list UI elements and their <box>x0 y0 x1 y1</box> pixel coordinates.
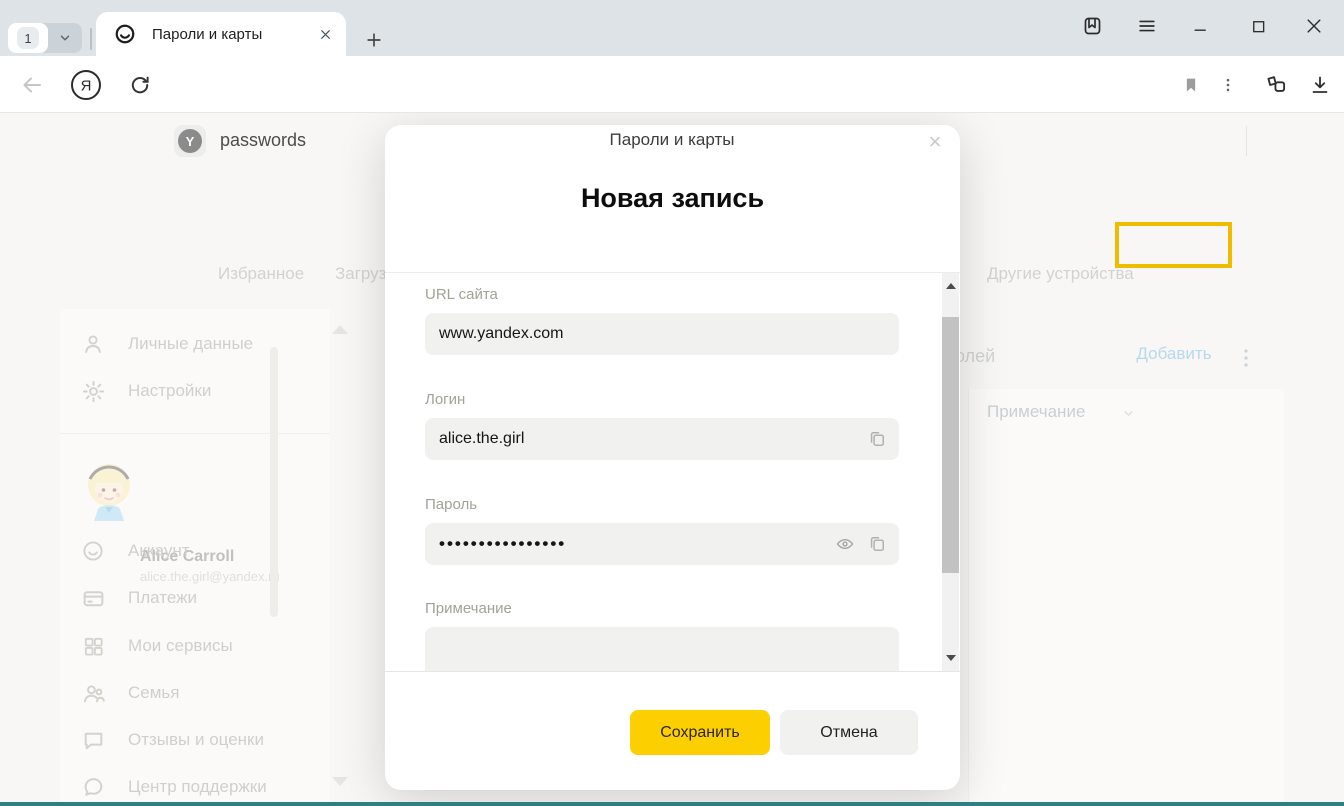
url-label: URL сайта <box>425 286 498 303</box>
window-maximize-button[interactable] <box>1240 8 1276 44</box>
window-close-button[interactable] <box>1296 8 1332 44</box>
add-button-highlight <box>1115 222 1232 268</box>
chevron-down-icon <box>48 31 82 45</box>
copy-icon[interactable] <box>867 534 887 554</box>
window-bottom-edge <box>0 802 1344 806</box>
yandex-logo-button[interactable]: Я <box>68 67 104 103</box>
scroll-down-icon[interactable] <box>942 645 959 671</box>
new-entry-dialog: × Новая запись URL сайта Логин Пароль <box>385 125 960 790</box>
tab-passwords[interactable]: Пароли и карты <box>96 12 346 56</box>
url-field[interactable] <box>425 313 899 355</box>
download-icon[interactable] <box>1302 67 1338 103</box>
address-bar-url[interactable]: passwords <box>220 130 306 151</box>
side-panel-icon[interactable] <box>1074 8 1110 44</box>
browser-window: 1 Пароли и карты <box>0 0 1344 806</box>
password-field[interactable] <box>425 523 899 565</box>
cancel-button[interactable]: Отмена <box>780 710 918 755</box>
ya-letter: Я <box>81 78 92 95</box>
divider <box>1246 126 1247 156</box>
close-icon[interactable]: × <box>920 127 950 157</box>
note-label: Примечание <box>425 600 512 617</box>
new-tab-button[interactable] <box>358 24 390 56</box>
tab-group-badge: 1 <box>17 27 39 49</box>
eye-icon[interactable] <box>835 534 855 554</box>
login-label: Логин <box>425 391 465 408</box>
scroll-up-icon[interactable] <box>942 273 959 299</box>
yandex-collections-icon[interactable] <box>1258 67 1294 103</box>
site-badge-letter: Y <box>178 129 202 153</box>
tab-group-selector[interactable]: 1 <box>8 23 82 53</box>
dialog-title: Новая запись <box>385 183 960 214</box>
password-label: Пароль <box>425 496 477 513</box>
save-button[interactable]: Сохранить <box>630 710 770 755</box>
window-minimize-button[interactable] <box>1183 8 1219 44</box>
scrollbar-thumb[interactable] <box>942 317 959 573</box>
copy-icon[interactable] <box>867 429 887 449</box>
browser-toolbar: Я Y passwords Пароли и карты <box>0 56 1344 113</box>
login-field[interactable] <box>425 418 899 460</box>
site-badge[interactable]: Y <box>174 125 206 157</box>
refresh-icon[interactable] <box>122 67 158 103</box>
kebab-menu-icon[interactable] <box>1210 67 1246 103</box>
yandex-id-smiley-icon <box>114 23 136 45</box>
back-arrow-icon[interactable] <box>14 67 50 103</box>
tab-close-icon[interactable] <box>319 28 332 41</box>
tab-bar: 1 Пароли и карты <box>0 0 1344 56</box>
dialog-form: URL сайта Логин Пароль Примечание <box>385 272 960 672</box>
dialog-scrollbar[interactable] <box>942 273 959 671</box>
menu-hamburger-icon[interactable] <box>1129 8 1165 44</box>
bookmark-icon[interactable] <box>1173 67 1209 103</box>
tab-title: Пароли и карты <box>152 26 319 43</box>
note-field[interactable] <box>425 627 899 672</box>
divider <box>90 28 92 50</box>
